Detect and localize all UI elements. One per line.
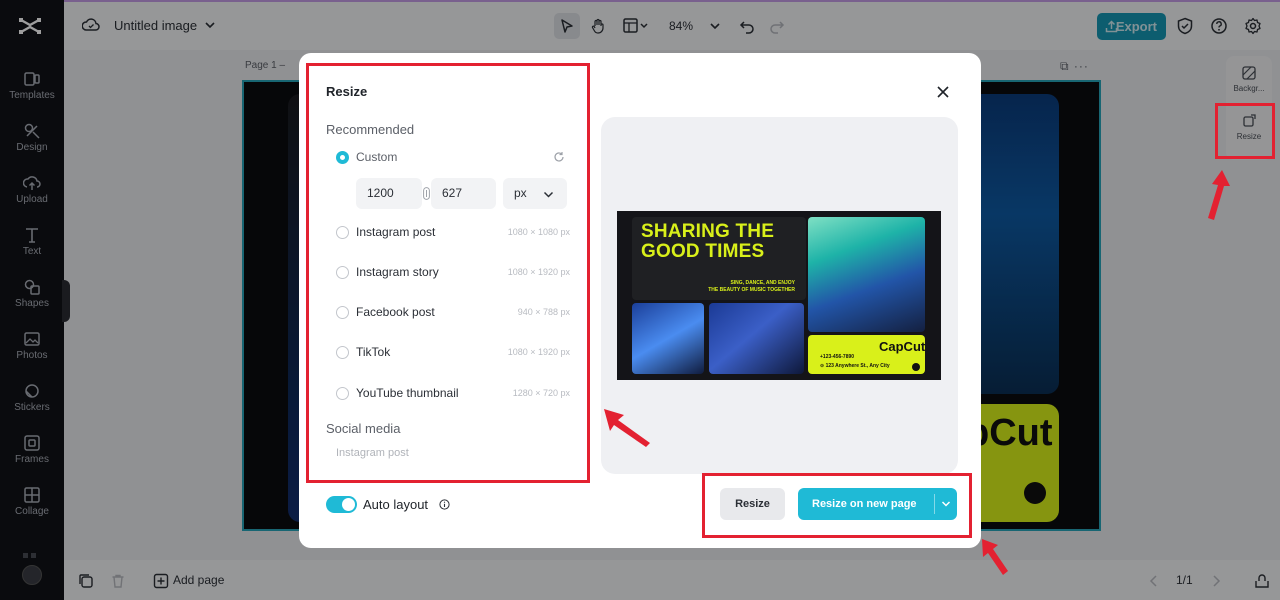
red-arrow-icon	[982, 539, 1008, 575]
toggle-knob	[342, 498, 355, 511]
auto-layout-label: Auto layout	[363, 497, 429, 512]
red-arrow-icon	[604, 409, 650, 447]
poster-brand: CapCut	[879, 339, 926, 354]
red-arrow-icon	[1208, 170, 1230, 220]
auto-layout-toggle[interactable]	[326, 496, 357, 513]
poster-contact: +123-456-7890 ⊙ 123 Anywhere St., Any Cit…	[820, 354, 890, 369]
highlight-box-options	[306, 63, 590, 483]
poster-photo-dj	[632, 303, 704, 374]
poster-photo-concert	[808, 217, 925, 332]
info-icon[interactable]	[439, 499, 450, 510]
highlight-box-resize-panel	[1215, 103, 1275, 159]
highlight-box-buttons	[702, 473, 972, 538]
close-icon[interactable]	[934, 83, 952, 101]
poster-dot	[912, 363, 920, 371]
preview-thumbnail: SHARING THE GOOD TIMES SING, DANCE, AND E…	[617, 211, 941, 380]
poster-photo-guitar	[709, 303, 804, 374]
poster-headline: SHARING THE GOOD TIMES	[641, 221, 775, 262]
poster-subtitle: SING, DANCE, AND ENJOY THE BEAUTY OF MUSI…	[708, 280, 795, 293]
